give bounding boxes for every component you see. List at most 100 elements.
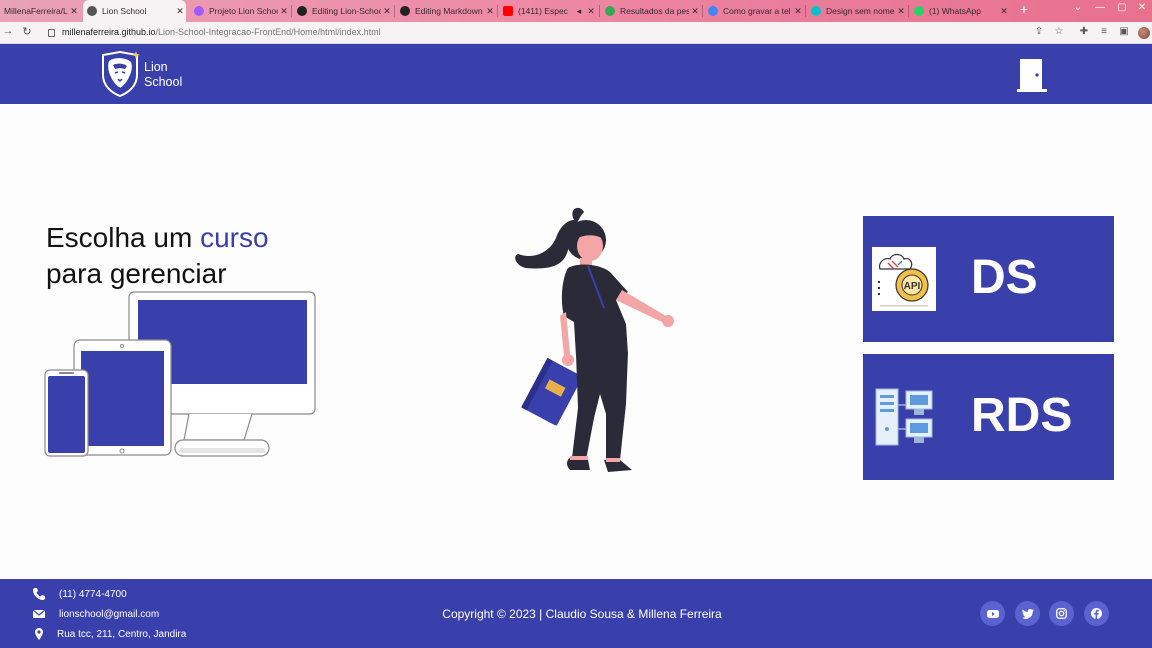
student-illustration [515, 207, 674, 472]
facebook-button[interactable] [1084, 601, 1109, 626]
chevron-down-icon[interactable]: ⌄ [1068, 2, 1088, 13]
facebook-icon [1091, 608, 1102, 619]
monitor-stand [183, 413, 253, 441]
close-icon[interactable]: ✕ [792, 6, 804, 17]
brand-line-1: Lion [144, 60, 168, 74]
site-footer: (11) 4774-4700 lionschool@gmail.com Rua … [0, 579, 1152, 648]
tab-label: MillenaFerreira/Lio [4, 6, 68, 16]
contact-phone: (11) 4774-4700 [32, 587, 127, 601]
tab-separator [394, 5, 395, 17]
close-window-icon[interactable]: ✕ [1132, 2, 1152, 13]
github-icon [297, 6, 307, 16]
tab-separator [805, 5, 806, 17]
forward-icon[interactable]: → [1, 25, 15, 37]
brand-line-2: School [144, 75, 183, 89]
headline-line-2: para gerenciar [46, 258, 227, 289]
course-title: RDS [971, 389, 1073, 442]
profile-avatar[interactable] [1138, 27, 1150, 39]
close-icon[interactable]: ✕ [895, 6, 907, 17]
door-icon[interactable] [1016, 58, 1048, 92]
tab-screen-recording[interactable]: Como gravar a tel ✕ [704, 0, 804, 22]
youtube-button[interactable] [980, 601, 1005, 626]
twitter-button[interactable] [1015, 601, 1040, 626]
close-icon[interactable]: ✕ [689, 6, 701, 17]
tab-youtube[interactable]: (1411) Espec ◂ ✕ [499, 0, 597, 22]
speaker-icon[interactable]: ◂ [573, 6, 585, 17]
tab-github-repo[interactable]: MillenaFerreira/Lio ✕ [0, 0, 80, 22]
close-icon[interactable]: ✕ [585, 6, 597, 17]
lock-icon[interactable] [48, 29, 55, 37]
shirt [561, 264, 628, 356]
headline-part-1: Escolha um [46, 222, 201, 253]
url-host: millenaferreira.github.io [62, 27, 156, 37]
instagram-button[interactable] [1049, 601, 1074, 626]
course-title: DS [971, 251, 1038, 304]
page-headline: Escolha um curso para gerenciar [46, 220, 269, 292]
contact-address: Rua tcc, 211, Centro, Jandira [32, 627, 186, 641]
lion-shield-logo[interactable] [100, 51, 140, 97]
tab-label: Editing Lion-Schoo [312, 6, 381, 16]
canva-icon [811, 6, 821, 16]
book [521, 357, 583, 426]
tab-figma-project[interactable]: Projeto Lion School ✕ [190, 0, 290, 22]
location-pin-icon [35, 628, 43, 640]
minimize-icon[interactable]: — [1090, 2, 1110, 13]
globe-icon [708, 6, 718, 16]
star-icon[interactable]: ☆ [1052, 26, 1066, 37]
close-icon[interactable]: ✕ [278, 6, 290, 17]
tab-editing-markdown[interactable]: Editing Markdown ✕ [396, 0, 496, 22]
close-icon[interactable]: ✕ [484, 6, 496, 17]
phone-number[interactable]: (11) 4774-4700 [59, 589, 127, 600]
tab-label: Lion School [102, 6, 147, 16]
tab-separator [599, 5, 600, 17]
reload-icon[interactable]: ↻ [20, 25, 34, 38]
reading-list-icon[interactable]: ≡ [1097, 26, 1111, 37]
server-network-icon [872, 385, 936, 449]
tab-separator [497, 5, 498, 17]
tab-canva-design[interactable]: Design sem nome ✕ [807, 0, 907, 22]
share-icon[interactable]: ⇪ [1032, 26, 1046, 37]
close-icon[interactable]: ✕ [174, 6, 186, 17]
whatsapp-icon [914, 6, 924, 16]
close-icon[interactable]: ✕ [998, 6, 1010, 17]
close-icon[interactable]: ✕ [68, 6, 80, 17]
tab-label: (1) WhatsApp [929, 6, 981, 16]
tab-label: Como gravar a tel [723, 6, 791, 16]
leaf-icon [605, 6, 615, 16]
street-address: Rua tcc, 211, Centro, Jandira [57, 628, 187, 640]
extensions-icon[interactable]: ✚ [1077, 26, 1091, 37]
svg-text:API: API [904, 281, 921, 292]
devices-illustration [44, 291, 316, 457]
tab-label: Resultados da pes [620, 6, 689, 16]
tab-whatsapp[interactable]: (1) WhatsApp ✕ [910, 0, 1010, 22]
github-icon [400, 6, 410, 16]
tablet-screen [81, 351, 164, 446]
url-field[interactable]: millenaferreira.github.io/Lion-School-In… [62, 27, 381, 37]
tab-label: Design sem nome [826, 6, 895, 16]
url-path: /Lion-School-Integracao-FrontEnd/Home/ht… [155, 27, 381, 37]
tab-separator [702, 5, 703, 17]
headline-accent: curso [200, 222, 269, 253]
tab-editing-lion[interactable]: Editing Lion-Schoo ✕ [293, 0, 393, 22]
api-gear-icon: API [872, 247, 936, 311]
course-card-ds[interactable]: API DS [863, 216, 1114, 342]
sidebar-icon[interactable]: ▣ [1117, 26, 1131, 37]
course-card-rds[interactable]: RDS [863, 354, 1114, 480]
browser-tab-strip: MillenaFerreira/Lio ✕ Lion School ✕ Proj… [0, 0, 1152, 22]
tab-label: Editing Markdown [415, 6, 483, 16]
phone-screen [48, 376, 85, 453]
instagram-icon [1056, 608, 1067, 619]
brand-name[interactable]: Lion School [144, 60, 182, 90]
figma-icon [194, 6, 204, 16]
site-header: Lion School [0, 44, 1152, 104]
twitter-icon [1021, 608, 1034, 619]
tab-search-results[interactable]: Resultados da pes ✕ [601, 0, 701, 22]
tab-lion-school[interactable]: Lion School ✕ [83, 0, 186, 22]
tab-label: (1411) Espec [518, 6, 568, 16]
restore-icon[interactable]: ▢ [1112, 2, 1132, 13]
address-bar: → ↻ millenaferreira.github.io/Lion-Schoo… [0, 22, 1152, 44]
youtube-icon [503, 6, 513, 16]
new-tab-button[interactable]: + [1016, 1, 1032, 17]
close-icon[interactable]: ✕ [381, 6, 393, 17]
tab-label: Projeto Lion School [209, 6, 278, 16]
